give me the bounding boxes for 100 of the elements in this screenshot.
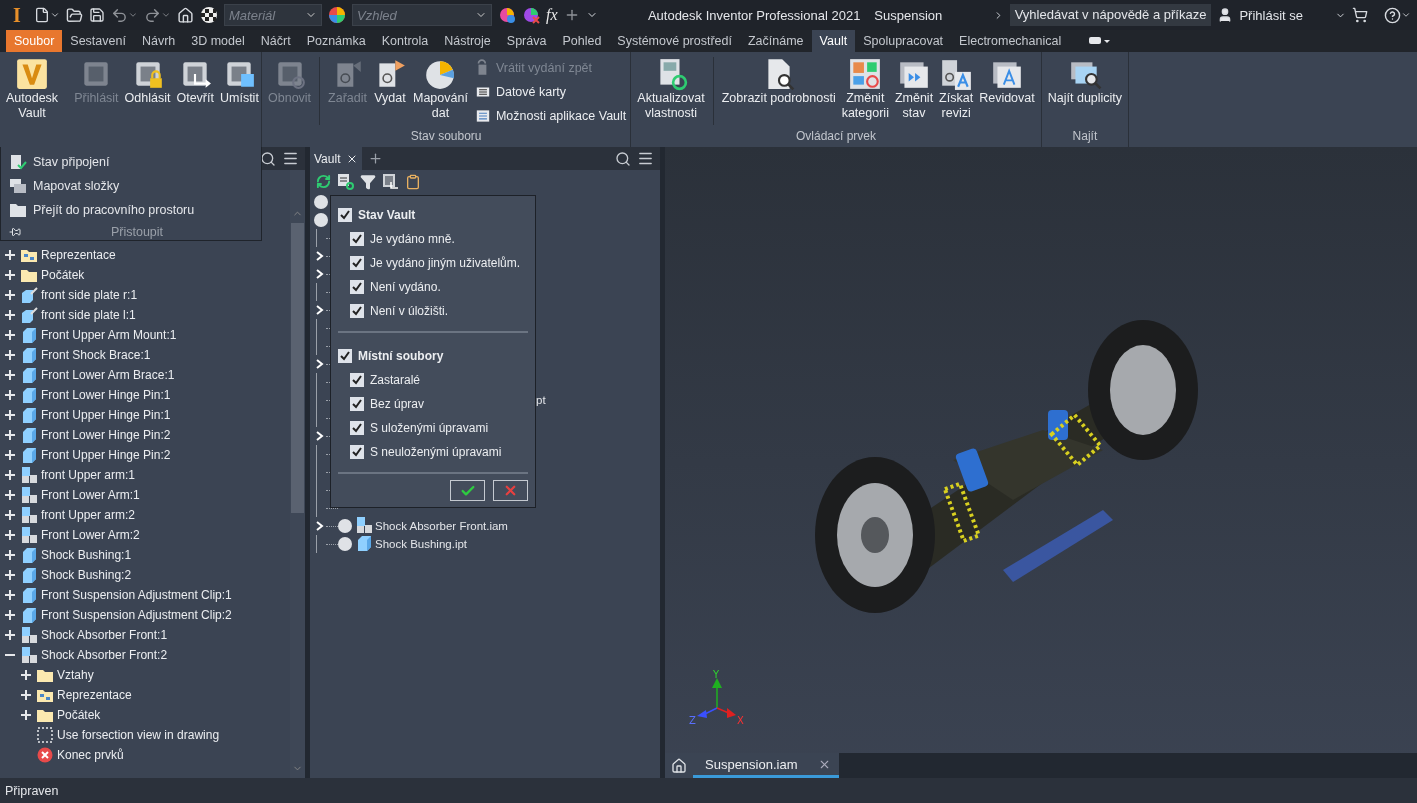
- expand-icon[interactable]: [5, 490, 15, 500]
- chevron-icon[interactable]: [316, 359, 324, 369]
- color-wheel-icon[interactable]: [328, 6, 346, 24]
- menu-item[interactable]: Mapovat složky: [9, 174, 253, 198]
- checker-ball-icon[interactable]: [200, 6, 218, 24]
- tree-item-label[interactable]: Konec prvků: [57, 748, 124, 762]
- ribbon-tab[interactable]: Náčrt: [252, 30, 299, 52]
- ribbon-button[interactable]: Mapování dat: [411, 57, 470, 121]
- tree-item-label[interactable]: Shock Absorber Front:2: [41, 648, 168, 662]
- ribbon-tab[interactable]: Spolupracovat: [855, 30, 952, 52]
- tree-item-label[interactable]: front side plate l:1: [41, 308, 136, 322]
- list-refresh-icon[interactable]: [337, 173, 354, 190]
- new-file-icon[interactable]: [34, 7, 60, 23]
- ribbon-button[interactable]: Otevřít: [174, 57, 216, 106]
- tree-item-label[interactable]: Reprezentace: [41, 248, 116, 262]
- tree-item-label[interactable]: Front Shock Brace:1: [41, 348, 151, 362]
- expand-icon[interactable]: [5, 450, 15, 460]
- checkbox[interactable]: [338, 348, 352, 363]
- filter-icon[interactable]: [360, 173, 376, 190]
- expand-icon[interactable]: [5, 250, 15, 260]
- tree-item-label[interactable]: Front Lower Arm:2: [41, 528, 140, 542]
- ribbon-button[interactable]: Změnit stav: [892, 57, 936, 121]
- ribbon-tab[interactable]: Pohled: [554, 30, 610, 52]
- refresh-icon[interactable]: [316, 174, 331, 189]
- tree-item-label[interactable]: Shock Bushing:2: [41, 568, 132, 582]
- ribbon-button[interactable]: Datové karty: [473, 81, 627, 102]
- tree-item-label[interactable]: Front Upper Hinge Pin:2: [41, 448, 171, 462]
- tree-item-label[interactable]: front side plate r:1: [41, 288, 138, 302]
- chevron-icon[interactable]: [316, 305, 324, 315]
- tree-item-label[interactable]: Front Suspension Adjustment Clip:1: [41, 588, 232, 602]
- ribbon-tab[interactable]: Vault: [811, 30, 856, 52]
- ribbon-tab[interactable]: Začínáme: [740, 30, 812, 52]
- tree-item-label[interactable]: Shock Bushing.ipt: [375, 538, 468, 550]
- expand-icon[interactable]: [21, 710, 31, 720]
- add-tab-icon[interactable]: [368, 151, 384, 166]
- tree-item-label[interactable]: Reprezentace: [57, 688, 132, 702]
- undo-icon[interactable]: [111, 6, 138, 24]
- checkbox[interactable]: [350, 397, 364, 411]
- color-wheel-icon[interactable]: [498, 6, 516, 24]
- expand-icon[interactable]: [5, 270, 15, 280]
- color-wheel-icon[interactable]: [522, 6, 540, 24]
- help-search-field[interactable]: Vyhledávat v nápovědě a příkaze: [1009, 4, 1212, 26]
- ok-button[interactable]: [450, 480, 485, 501]
- home-icon[interactable]: [177, 6, 194, 24]
- expand-icon[interactable]: [5, 590, 15, 600]
- cancel-button[interactable]: [493, 480, 528, 501]
- expand-icon[interactable]: [5, 570, 15, 580]
- checkbox[interactable]: [350, 256, 364, 270]
- ribbon-tab[interactable]: 3D model: [183, 30, 253, 52]
- expand-icon[interactable]: [5, 430, 15, 440]
- tree-item-label[interactable]: pt: [536, 394, 546, 406]
- chevron-icon[interactable]: [316, 521, 324, 531]
- expand-icon[interactable]: [5, 330, 15, 340]
- expand-icon[interactable]: [5, 370, 15, 380]
- menu-icon[interactable]: [282, 150, 299, 167]
- ribbon-tab[interactable]: Návrh: [133, 30, 184, 52]
- tree-item-label[interactable]: Front Upper Hinge Pin:1: [41, 408, 171, 422]
- sign-in-link[interactable]: Přihlásit se: [1239, 7, 1303, 23]
- redo-icon[interactable]: [144, 6, 171, 24]
- open-folder-icon[interactable]: [66, 6, 83, 24]
- tree-item-label[interactable]: front Upper arm:1: [41, 468, 136, 482]
- tree-item-label[interactable]: Front Upper Arm Mount:1: [41, 328, 177, 342]
- expand-icon[interactable]: [5, 610, 15, 620]
- ribbon-tab[interactable]: Electromechanical: [951, 30, 1070, 52]
- tree-item-label[interactable]: Vztahy: [57, 668, 94, 682]
- chevron-icon[interactable]: [316, 251, 324, 261]
- expand-icon[interactable]: [5, 470, 15, 480]
- chevron-icon[interactable]: [316, 269, 324, 279]
- ribbon-tab[interactable]: Nástroje: [436, 30, 499, 52]
- tree-item-label[interactable]: Front Lower Hinge Pin:2: [41, 428, 171, 442]
- expand-icon[interactable]: [5, 550, 15, 560]
- search-icon[interactable]: [615, 150, 631, 167]
- function-button[interactable]: fx: [546, 6, 558, 24]
- document-tab[interactable]: Suspension.iam: [693, 753, 839, 778]
- ribbon-tab[interactable]: Systémové prostředí: [609, 30, 740, 52]
- tree-item-label[interactable]: Shock Absorber Front:1: [41, 628, 168, 642]
- ribbon-button[interactable]: Najít duplicity: [1045, 57, 1125, 106]
- ribbon-button[interactable]: Zobrazit podrobnosti: [719, 57, 838, 106]
- expand-icon[interactable]: [5, 290, 15, 300]
- tree-item-label[interactable]: Front Lower Hinge Pin:1: [41, 388, 171, 402]
- menu-icon[interactable]: [637, 150, 654, 167]
- ribbon-button[interactable]: Možnosti aplikace Vault: [473, 105, 627, 126]
- ribbon-tab[interactable]: Správa: [498, 30, 555, 52]
- pin-icon[interactable]: [9, 226, 21, 238]
- expand-icon[interactable]: [5, 510, 15, 520]
- tree-item-label[interactable]: Front Suspension Adjustment Clip:2: [41, 608, 232, 622]
- checkbox[interactable]: [350, 445, 364, 459]
- checkbox[interactable]: [350, 304, 364, 318]
- save-icon[interactable]: [89, 7, 105, 23]
- expand-icon[interactable]: [5, 350, 15, 360]
- tree-item-label[interactable]: Počátek: [57, 708, 101, 722]
- checkbox[interactable]: [350, 232, 364, 246]
- expand-icon[interactable]: [5, 390, 15, 400]
- checkbox[interactable]: [338, 207, 352, 222]
- menu-item[interactable]: Stav připojení: [9, 150, 253, 174]
- expand-icon[interactable]: [5, 630, 15, 640]
- ribbon-tab[interactable]: Sestavení: [62, 30, 134, 52]
- search-icon[interactable]: [260, 150, 276, 167]
- menu-item[interactable]: Přejít do pracovního prostoru: [9, 198, 253, 222]
- expand-icon[interactable]: [5, 410, 15, 420]
